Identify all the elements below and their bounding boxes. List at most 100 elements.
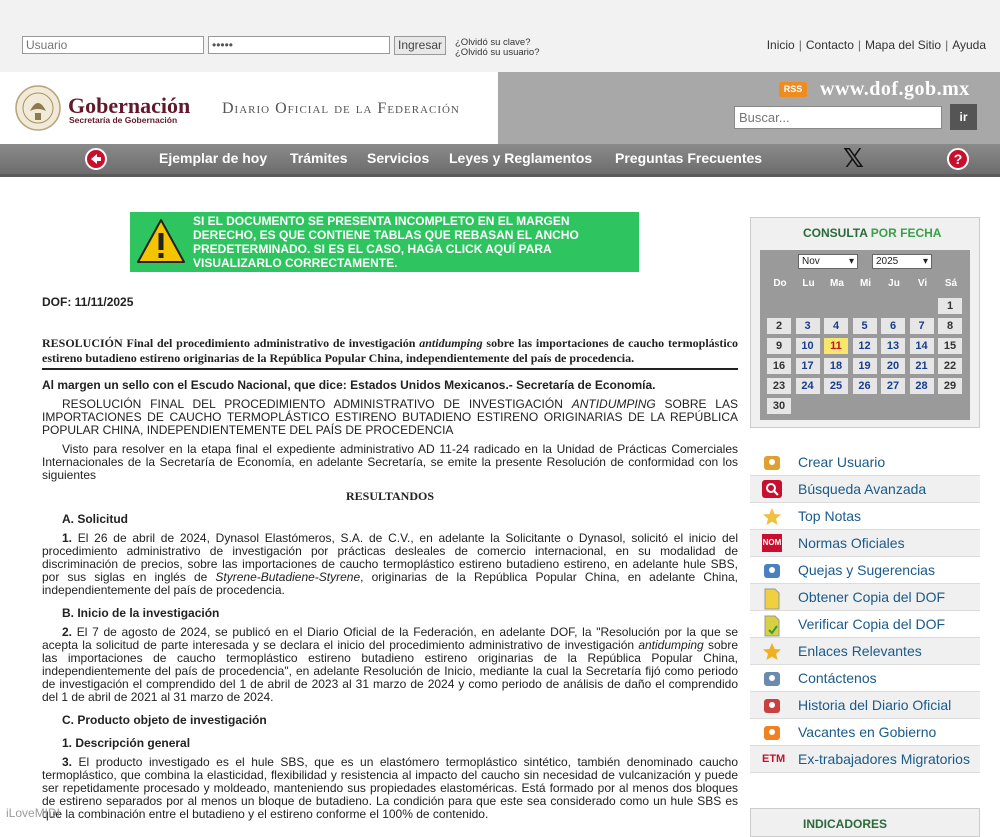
calendar-day[interactable]: 11 (824, 338, 848, 354)
help-icon[interactable]: ? (947, 148, 969, 170)
side-link-ex-trabajadores-migratorios[interactable]: ETM Ex-trabajadores Migratorios (750, 746, 980, 773)
back-arrow-icon[interactable] (85, 148, 107, 170)
calendar-day[interactable]: 10 (795, 338, 820, 354)
side-link-label[interactable]: Historia del Diario Oficial (798, 697, 951, 713)
section-b-heading: B. Inicio de la investigación (62, 606, 220, 620)
section-a-heading: A. Solicitud (62, 512, 128, 526)
notice-text[interactable]: SI EL DOCUMENTO SE PRESENTA INCOMPLETO E… (193, 214, 623, 270)
side-link-label[interactable]: Búsqueda Avanzada (798, 481, 926, 497)
calendar-weekday: Ma (830, 278, 844, 289)
nav-servicios[interactable]: Servicios (367, 150, 429, 166)
etm-icon: ETM (762, 753, 786, 765)
nav-ejemplar-hoy[interactable]: Ejemplar de hoy (159, 150, 267, 166)
paragraph-heading: RESOLUCIÓN FINAL DEL PROCEDIMIENTO ADMIN… (42, 397, 738, 437)
side-link-enlaces-relevantes[interactable]: Enlaces Relevantes (750, 638, 980, 665)
nav-leyes-reglamentos[interactable]: Leyes y Reglamentos (449, 150, 592, 166)
login-button[interactable]: Ingresar (394, 36, 447, 55)
side-link-label[interactable]: Contáctenos (798, 670, 877, 686)
calendar-day[interactable]: 15 (938, 338, 962, 354)
side-link-obtener-copia-del-dof[interactable]: Obtener Copia del DOF (750, 584, 980, 611)
link-contacto[interactable]: Contacto (806, 38, 854, 52)
calendar-day[interactable]: 1 (938, 298, 962, 314)
complaints-icon (762, 561, 782, 579)
dof-title: Diario Oficial de la Federación (222, 100, 460, 117)
side-link-top-notas[interactable]: Top Notas (750, 503, 980, 530)
calendar-day[interactable]: 13 (881, 338, 905, 354)
calendar-day[interactable]: 9 (767, 338, 791, 354)
link-mapa-sitio[interactable]: Mapa del Sitio (865, 38, 941, 52)
indicadores-heading: INDICADORES (803, 817, 888, 831)
calendar-day[interactable]: 20 (881, 358, 905, 374)
calendar-day[interactable]: 25 (824, 378, 848, 394)
calendar-weekday: Vi (917, 278, 928, 289)
side-link-crear-usuario[interactable]: Crear Usuario (750, 449, 980, 476)
month-select[interactable]: Nov ▾ (798, 254, 858, 269)
calendar-weekday: Ju (888, 278, 900, 289)
forgot-user-link[interactable]: ¿Olvidó su usuario? (455, 47, 539, 58)
year-select[interactable]: 2025 ▾ (872, 254, 932, 269)
x-social-icon[interactable]: 𝕏 (843, 144, 864, 174)
warning-icon (136, 217, 186, 270)
user-add-icon (762, 453, 782, 471)
calendar-grid (760, 250, 970, 420)
calendar-day[interactable]: 26 (852, 378, 877, 394)
calendar-day[interactable]: 19 (852, 358, 877, 374)
calendar-day[interactable]: 3 (795, 318, 820, 334)
calendar-day[interactable]: 23 (767, 378, 791, 394)
search-button[interactable]: ir (950, 104, 977, 130)
calendar-day[interactable]: 28 (909, 378, 934, 394)
side-link-vacantes-en-gobierno[interactable]: Vacantes en Gobierno (750, 719, 980, 746)
side-link-verificar-copia-del-dof[interactable]: Verificar Copia del DOF (750, 611, 980, 638)
side-link-label[interactable]: Top Notas (798, 508, 861, 524)
side-link-label[interactable]: Quejas y Sugerencias (798, 562, 935, 578)
calendar-day[interactable]: 8 (938, 318, 962, 334)
verify-document-icon (762, 615, 782, 637)
paragraph-visto: Visto para resolver en la etapa final el… (42, 442, 738, 482)
calendar-day[interactable]: 29 (938, 378, 962, 394)
calendar-day[interactable]: 22 (938, 358, 962, 374)
side-link-quejas-y-sugerencias[interactable]: Quejas y Sugerencias (750, 557, 980, 584)
calendar-day[interactable]: 5 (852, 318, 877, 334)
side-link-contactenos[interactable]: Contáctenos (750, 665, 980, 692)
nav-preguntas-frecuentes[interactable]: Preguntas Frecuentes (615, 150, 762, 166)
side-link-historia-del-diario-oficial[interactable]: Historia del Diario Oficial (750, 692, 980, 719)
nom-icon: NOM (762, 534, 782, 552)
books-icon (762, 696, 782, 714)
search-input[interactable] (734, 106, 942, 129)
rss-icon[interactable]: RSS (779, 82, 807, 97)
calendar-day[interactable]: 21 (909, 358, 934, 374)
username-input[interactable] (22, 36, 204, 54)
nav-tramites[interactable]: Trámites (290, 150, 348, 166)
calendar-day[interactable]: 16 (767, 358, 791, 374)
search-icon (762, 480, 782, 498)
side-link-busqueda-avanzada[interactable]: Búsqueda Avanzada (750, 476, 980, 503)
briefcase-icon (762, 723, 782, 741)
calendar-day[interactable]: 12 (852, 338, 877, 354)
side-link-label[interactable]: Verificar Copia del DOF (798, 616, 945, 632)
calendar-day[interactable]: 4 (824, 318, 848, 334)
side-link-label[interactable]: Obtener Copia del DOF (798, 589, 945, 605)
calendar-day[interactable]: 24 (795, 378, 820, 394)
seal-line: Al margen un sello con el Escudo Naciona… (42, 378, 656, 392)
side-link-label[interactable]: Normas Oficiales (798, 535, 905, 551)
calendar-day[interactable]: 2 (767, 318, 791, 334)
side-link-label[interactable]: Crear Usuario (798, 454, 885, 470)
top-links: Inicio | Contacto | Mapa del Sitio | Ayuda (766, 38, 986, 52)
password-input[interactable] (208, 36, 390, 54)
calendar-day[interactable]: 6 (881, 318, 905, 334)
link-ayuda[interactable]: Ayuda (952, 38, 986, 52)
calendar-day[interactable]: 17 (795, 358, 820, 374)
side-link-normas-oficiales[interactable]: NOM Normas Oficiales (750, 530, 980, 557)
calendar-day[interactable]: 30 (767, 398, 791, 414)
gobernacion-subtitle: Secretaría de Gobernación (69, 115, 178, 125)
paragraph-1: 1. El 26 de abril de 2024, Dynasol Elast… (42, 531, 739, 597)
calendar-day[interactable]: 27 (881, 378, 905, 394)
calendar-day[interactable]: 7 (909, 318, 934, 334)
side-link-label[interactable]: Ex-trabajadores Migratorios (798, 751, 970, 767)
calendar-day[interactable]: 14 (909, 338, 934, 354)
link-inicio[interactable]: Inicio (767, 38, 795, 52)
side-link-label[interactable]: Vacantes en Gobierno (798, 724, 936, 740)
side-link-label[interactable]: Enlaces Relevantes (798, 643, 922, 659)
calendar-day[interactable]: 18 (824, 358, 848, 374)
calendar-weekday: Lu (802, 278, 815, 289)
